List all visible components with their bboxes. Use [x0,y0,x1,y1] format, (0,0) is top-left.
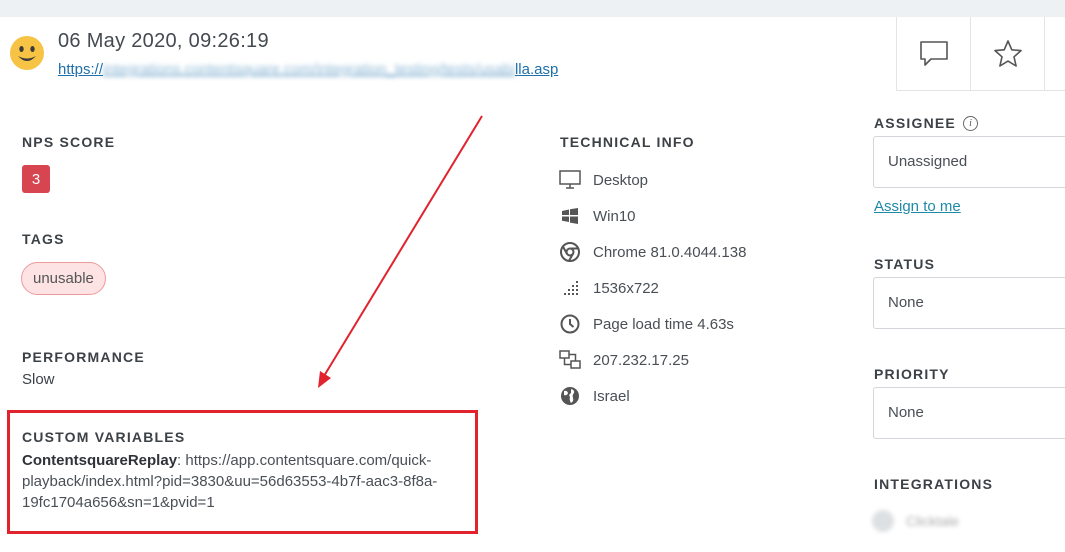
tech-row-loadtime: Page load time 4.63s [559,311,859,337]
custom-variable-entry: ContentsquareReplay: https://app.content… [22,450,470,513]
priority-title: PRIORITY [874,366,950,382]
tech-os-label: Win10 [593,207,636,225]
integration-icon [872,510,894,532]
url-prefix: https:// [58,61,104,78]
globe-icon [559,385,581,407]
tech-row-ip: 207.232.17.25 [559,347,859,373]
tech-row-device: Desktop [559,167,859,193]
resolution-icon [559,277,581,299]
tech-row-country: Israel [559,383,859,409]
feedback-datetime: 06 May 2020, 09:26:19 [58,30,269,52]
integration-label: Clicktale [906,513,959,529]
tech-resolution-label: 1536x722 [593,279,659,297]
tech-browser-label: Chrome 81.0.4044.138 [593,243,747,261]
tech-ip-label: 207.232.17.25 [593,351,689,369]
assign-to-me-link[interactable]: Assign to me [874,198,961,215]
windows-icon [559,205,581,227]
assignee-title: ASSIGNEE [874,115,956,131]
desktop-icon [559,169,581,191]
tag-unusable[interactable]: unusable [21,262,106,295]
status-title: STATUS [874,256,936,272]
nps-score-title: NPS SCORE [22,134,116,150]
custom-variables-title: CUSTOM VARIABLES [22,429,186,445]
action-buttons [896,17,1065,91]
tech-row-resolution: 1536x722 [559,275,859,301]
technical-info-title: TECHNICAL INFO [560,134,695,150]
info-icon[interactable]: i [963,116,978,131]
tech-row-browser: Chrome 81.0.4044.138 [559,239,859,265]
page-url-link[interactable]: https://integrations.contentsquare.com/i… [58,61,558,78]
nps-score-badge: 3 [22,165,50,193]
assignee-select[interactable]: Unassigned [873,136,1065,188]
comment-icon [919,41,948,66]
integration-item[interactable]: Clicktale [872,510,959,532]
performance-title: PERFORMANCE [22,349,145,365]
performance-value: Slow [22,371,55,388]
tags-title: TAGS [22,231,65,247]
comment-button[interactable] [897,17,971,91]
top-strip [0,0,1065,17]
tech-loadtime-label: Page load time 4.63s [593,315,734,333]
custom-variable-name: ContentsquareReplay [22,452,178,469]
star-button[interactable] [971,17,1045,91]
tech-device-label: Desktop [593,171,649,189]
network-icon [559,349,581,371]
status-select[interactable]: None [873,277,1065,329]
url-suffix: lla.asp [514,61,559,78]
tech-country-label: Israel [593,387,630,405]
smiley-icon [10,36,44,70]
priority-select[interactable]: None [873,387,1065,439]
integrations-title: INTEGRATIONS [874,476,994,492]
chrome-icon [559,241,581,263]
star-icon [993,40,1022,67]
url-blurred: integrations.contentsquare.com/integrati… [103,61,515,78]
tech-row-os: Win10 [559,203,859,229]
clock-icon [559,313,581,335]
